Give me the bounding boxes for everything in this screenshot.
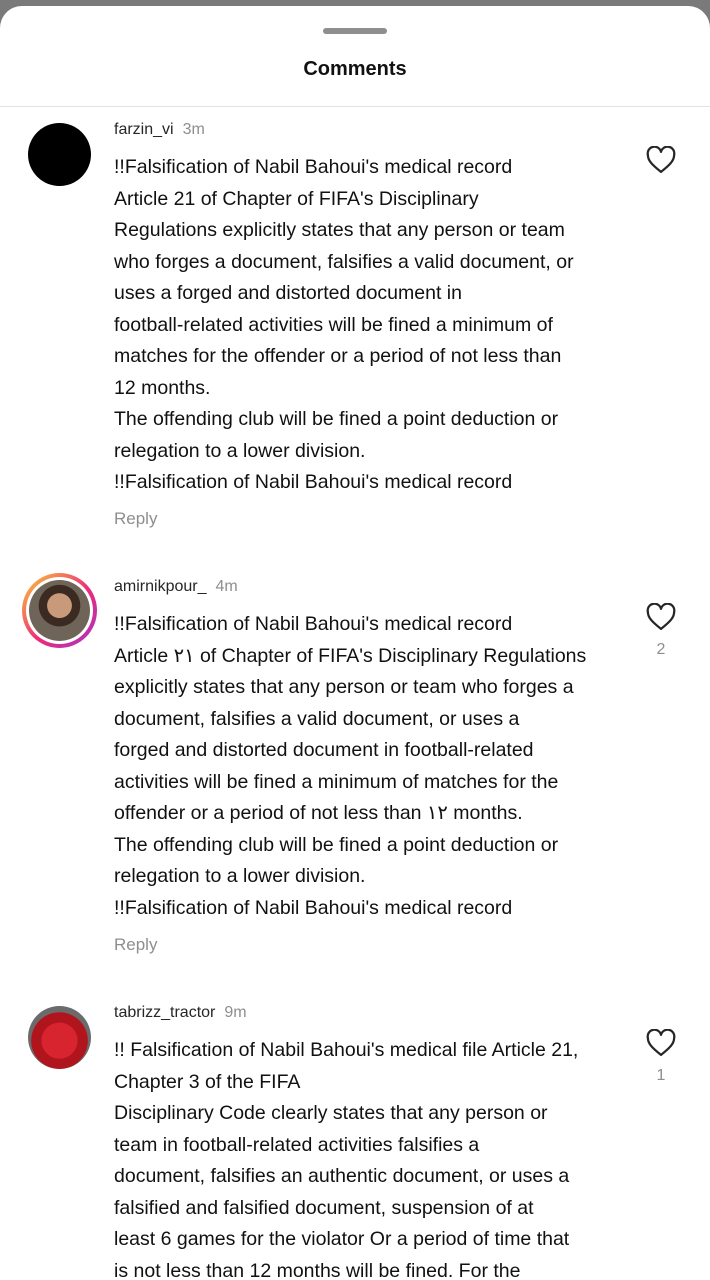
like-button[interactable]: 2	[645, 603, 677, 659]
like-button[interactable]	[645, 146, 677, 174]
comment-text: !!Falsification of Nabil Bahoui's medica…	[114, 613, 587, 919]
comments-sheet: Comments farzin_vi 3m !!Falsification of …	[0, 6, 710, 1280]
heart-outline-icon	[646, 1029, 676, 1056]
avatar[interactable]	[22, 573, 97, 648]
comment-time: 4m	[215, 578, 238, 595]
like-button[interactable]: 1	[645, 1029, 677, 1085]
reply-button[interactable]: Reply	[114, 509, 157, 529]
like-count: 1	[656, 1067, 666, 1084]
comment-username[interactable]: farzin_vi 3m	[114, 121, 205, 139]
comment-time: 3m	[182, 121, 205, 138]
avatar-photo	[29, 580, 90, 641]
avatar-ring-gap	[26, 577, 93, 644]
avatar[interactable]	[28, 1006, 91, 1069]
sheet-drag-handle[interactable]	[323, 28, 387, 34]
comment-username[interactable]: amirnikpour_ 4m	[114, 578, 238, 596]
comment-text: !! Falsification of Nabil Bahoui's medic…	[114, 1039, 579, 1280]
comment-time: 9m	[224, 1004, 247, 1021]
heart-outline-icon	[646, 146, 676, 173]
header-divider	[0, 106, 710, 107]
heart-outline-icon	[646, 603, 676, 630]
comment-username[interactable]: tabrizz_tractor 9m	[114, 1004, 247, 1022]
avatar[interactable]	[28, 123, 91, 186]
reply-button[interactable]: Reply	[114, 935, 157, 955]
like-count: 2	[656, 641, 666, 658]
comment-text: !!Falsification of Nabil Bahoui's medica…	[114, 156, 574, 493]
sheet-title: Comments	[303, 58, 407, 80]
